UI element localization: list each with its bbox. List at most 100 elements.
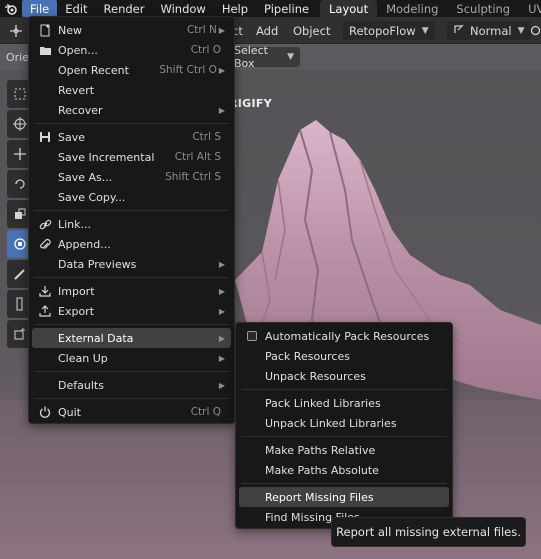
menu-item-label: Make Paths Absolute — [265, 463, 379, 477]
menu-item-label: Save Incremental — [58, 150, 155, 164]
menu-item-save-incremental[interactable]: Save Incremental Ctrl Alt S — [32, 147, 231, 167]
menu-item-label: Pack Resources — [265, 349, 350, 363]
submenu-arrow-icon: ▶ — [218, 380, 225, 390]
menu-item-label: Open... — [58, 43, 98, 57]
submenu-arrow-icon: ▶ — [218, 65, 225, 75]
transform-icon[interactable] — [8, 21, 24, 40]
tooltip: Report all missing external files. — [331, 517, 526, 547]
shortcut-label: Ctrl Q — [190, 406, 221, 418]
menu-separator — [34, 371, 229, 372]
menu-item-label: Import — [58, 284, 95, 298]
shortcut-label: Ctrl N — [186, 24, 217, 36]
menu-item-label: Quit — [58, 405, 81, 419]
save-icon — [32, 131, 58, 143]
chevron-down-icon: ▼ — [421, 25, 429, 36]
object-menu[interactable]: Object — [293, 21, 330, 40]
submenu-arrow-icon: ▶ — [218, 105, 225, 115]
menu-item-label: Unpack Resources — [265, 369, 366, 383]
menu-item-external-data[interactable]: External Data ▶ — [32, 328, 231, 348]
top-menu-bar: File Edit Render Window Help Pipeline La… — [0, 0, 541, 17]
menu-item-export[interactable]: Export ▶ — [32, 301, 231, 321]
menu-item-open[interactable]: Open... Ctrl O — [32, 40, 231, 60]
retopoflow-label: RetopoFlow — [349, 23, 416, 38]
menu-render[interactable]: Render — [96, 0, 153, 17]
chevron-down-icon: ▼ — [287, 52, 294, 62]
menu-separator — [241, 483, 447, 484]
tab-modeling[interactable]: Modeling — [377, 0, 447, 17]
menu-item-label: Clean Up — [58, 351, 108, 365]
menu-pipeline[interactable]: Pipeline — [256, 0, 317, 17]
menu-help[interactable]: Help — [214, 0, 256, 17]
retopoflow-dropdown[interactable]: RetopoFlow ▼ — [343, 21, 435, 40]
menu-item-label: Recover — [58, 103, 103, 117]
external-data-submenu: Automatically Pack Resources Pack Resour… — [235, 322, 453, 529]
menu-item-label: Open Recent — [58, 63, 129, 77]
tab-layout[interactable]: Layout — [320, 0, 378, 17]
export-icon — [32, 305, 58, 317]
menu-item-unpack-resources[interactable]: Unpack Resources — [239, 366, 449, 386]
new-file-icon — [32, 23, 58, 37]
menu-separator — [34, 277, 229, 278]
menu-item-label: Export — [58, 304, 95, 318]
tab-uv[interactable]: UV — [519, 0, 541, 17]
folder-icon — [32, 45, 58, 56]
menu-item-clean-up[interactable]: Clean Up ▶ — [32, 348, 231, 368]
chevron-down-icon: ▼ — [517, 25, 525, 36]
select-box-label: Select Box — [234, 44, 268, 70]
checkbox[interactable] — [247, 331, 257, 341]
submenu-arrow-icon: ▶ — [218, 25, 225, 35]
workspace-tabs: Layout Modeling Sculpting UV — [320, 0, 541, 17]
menu-item-label: Make Paths Relative — [265, 443, 376, 457]
menu-item-label: Report Missing Files — [265, 490, 374, 504]
submenu-arrow-icon: ▶ — [218, 353, 225, 363]
submenu-arrow-icon: ▶ — [218, 259, 225, 269]
menu-item-data-previews[interactable]: Data Previews ▶ — [32, 254, 231, 274]
menu-item-report-missing-files[interactable]: Report Missing Files — [239, 487, 449, 507]
menu-separator — [34, 324, 229, 325]
menu-item-pack-resources[interactable]: Pack Resources — [239, 346, 449, 366]
menu-separator — [241, 389, 447, 390]
menu-item-label: Data Previews — [58, 257, 137, 271]
add-menu[interactable]: Add — [256, 21, 278, 40]
blender-logo-icon[interactable] — [0, 0, 22, 17]
pivot-dropdown[interactable]: Normal ▼ — [447, 21, 531, 40]
menu-item-append[interactable]: Append... — [32, 234, 231, 254]
paperclip-icon — [32, 238, 58, 251]
menu-item-unpack-linked-libraries[interactable]: Unpack Linked Libraries — [239, 413, 449, 433]
menu-file[interactable]: File — [22, 0, 58, 17]
menu-item-revert[interactable]: Revert — [32, 80, 231, 100]
menu-item-label: Save — [58, 130, 86, 144]
menu-item-import[interactable]: Import ▶ — [32, 281, 231, 301]
menu-separator — [34, 210, 229, 211]
menu-item-label: New — [58, 23, 82, 37]
menu-item-label: External Data — [58, 331, 134, 345]
submenu-arrow-icon: ▶ — [218, 333, 225, 343]
shortcut-label: Shift Ctrl S — [165, 171, 221, 183]
menu-item-save[interactable]: Save Ctrl S — [32, 127, 231, 147]
menu-item-save-copy[interactable]: Save Copy... — [32, 187, 231, 207]
menu-item-pack-linked-libraries[interactable]: Pack Linked Libraries — [239, 393, 449, 413]
menu-item-make-paths-absolute[interactable]: Make Paths Absolute — [239, 460, 449, 480]
menu-item-new[interactable]: New Ctrl N ▶ — [32, 20, 231, 40]
import-icon — [32, 285, 58, 297]
menu-item-label: Save Copy... — [58, 190, 126, 204]
menu-item-link[interactable]: Link... — [32, 214, 231, 234]
menu-item-quit[interactable]: Quit Ctrl Q — [32, 402, 231, 422]
menu-separator — [34, 398, 229, 399]
menu-item-open-recent[interactable]: Open Recent Shift Ctrl O ▶ — [32, 60, 231, 80]
menu-item-label: Save As... — [58, 170, 113, 184]
tab-sculpting[interactable]: Sculpting — [447, 0, 519, 17]
menu-item-label: Defaults — [58, 378, 104, 392]
menu-item-defaults[interactable]: Defaults ▶ — [32, 375, 231, 395]
snap-icon[interactable] — [530, 21, 541, 40]
menu-item-save-as[interactable]: Save As... Shift Ctrl S — [32, 167, 231, 187]
menu-item-make-paths-relative[interactable]: Make Paths Relative — [239, 440, 449, 460]
shortcut-label: Ctrl S — [192, 131, 221, 143]
menu-item-label: Append... — [58, 237, 111, 251]
menu-item-recover[interactable]: Recover ▶ — [32, 100, 231, 120]
menu-item-auto-pack[interactable]: Automatically Pack Resources — [239, 326, 449, 346]
menu-edit[interactable]: Edit — [57, 0, 95, 17]
shortcut-label: Ctrl O — [190, 44, 221, 56]
menu-window[interactable]: Window — [152, 0, 213, 17]
select-box-dropdown[interactable]: Select Box ▼ — [228, 44, 300, 70]
